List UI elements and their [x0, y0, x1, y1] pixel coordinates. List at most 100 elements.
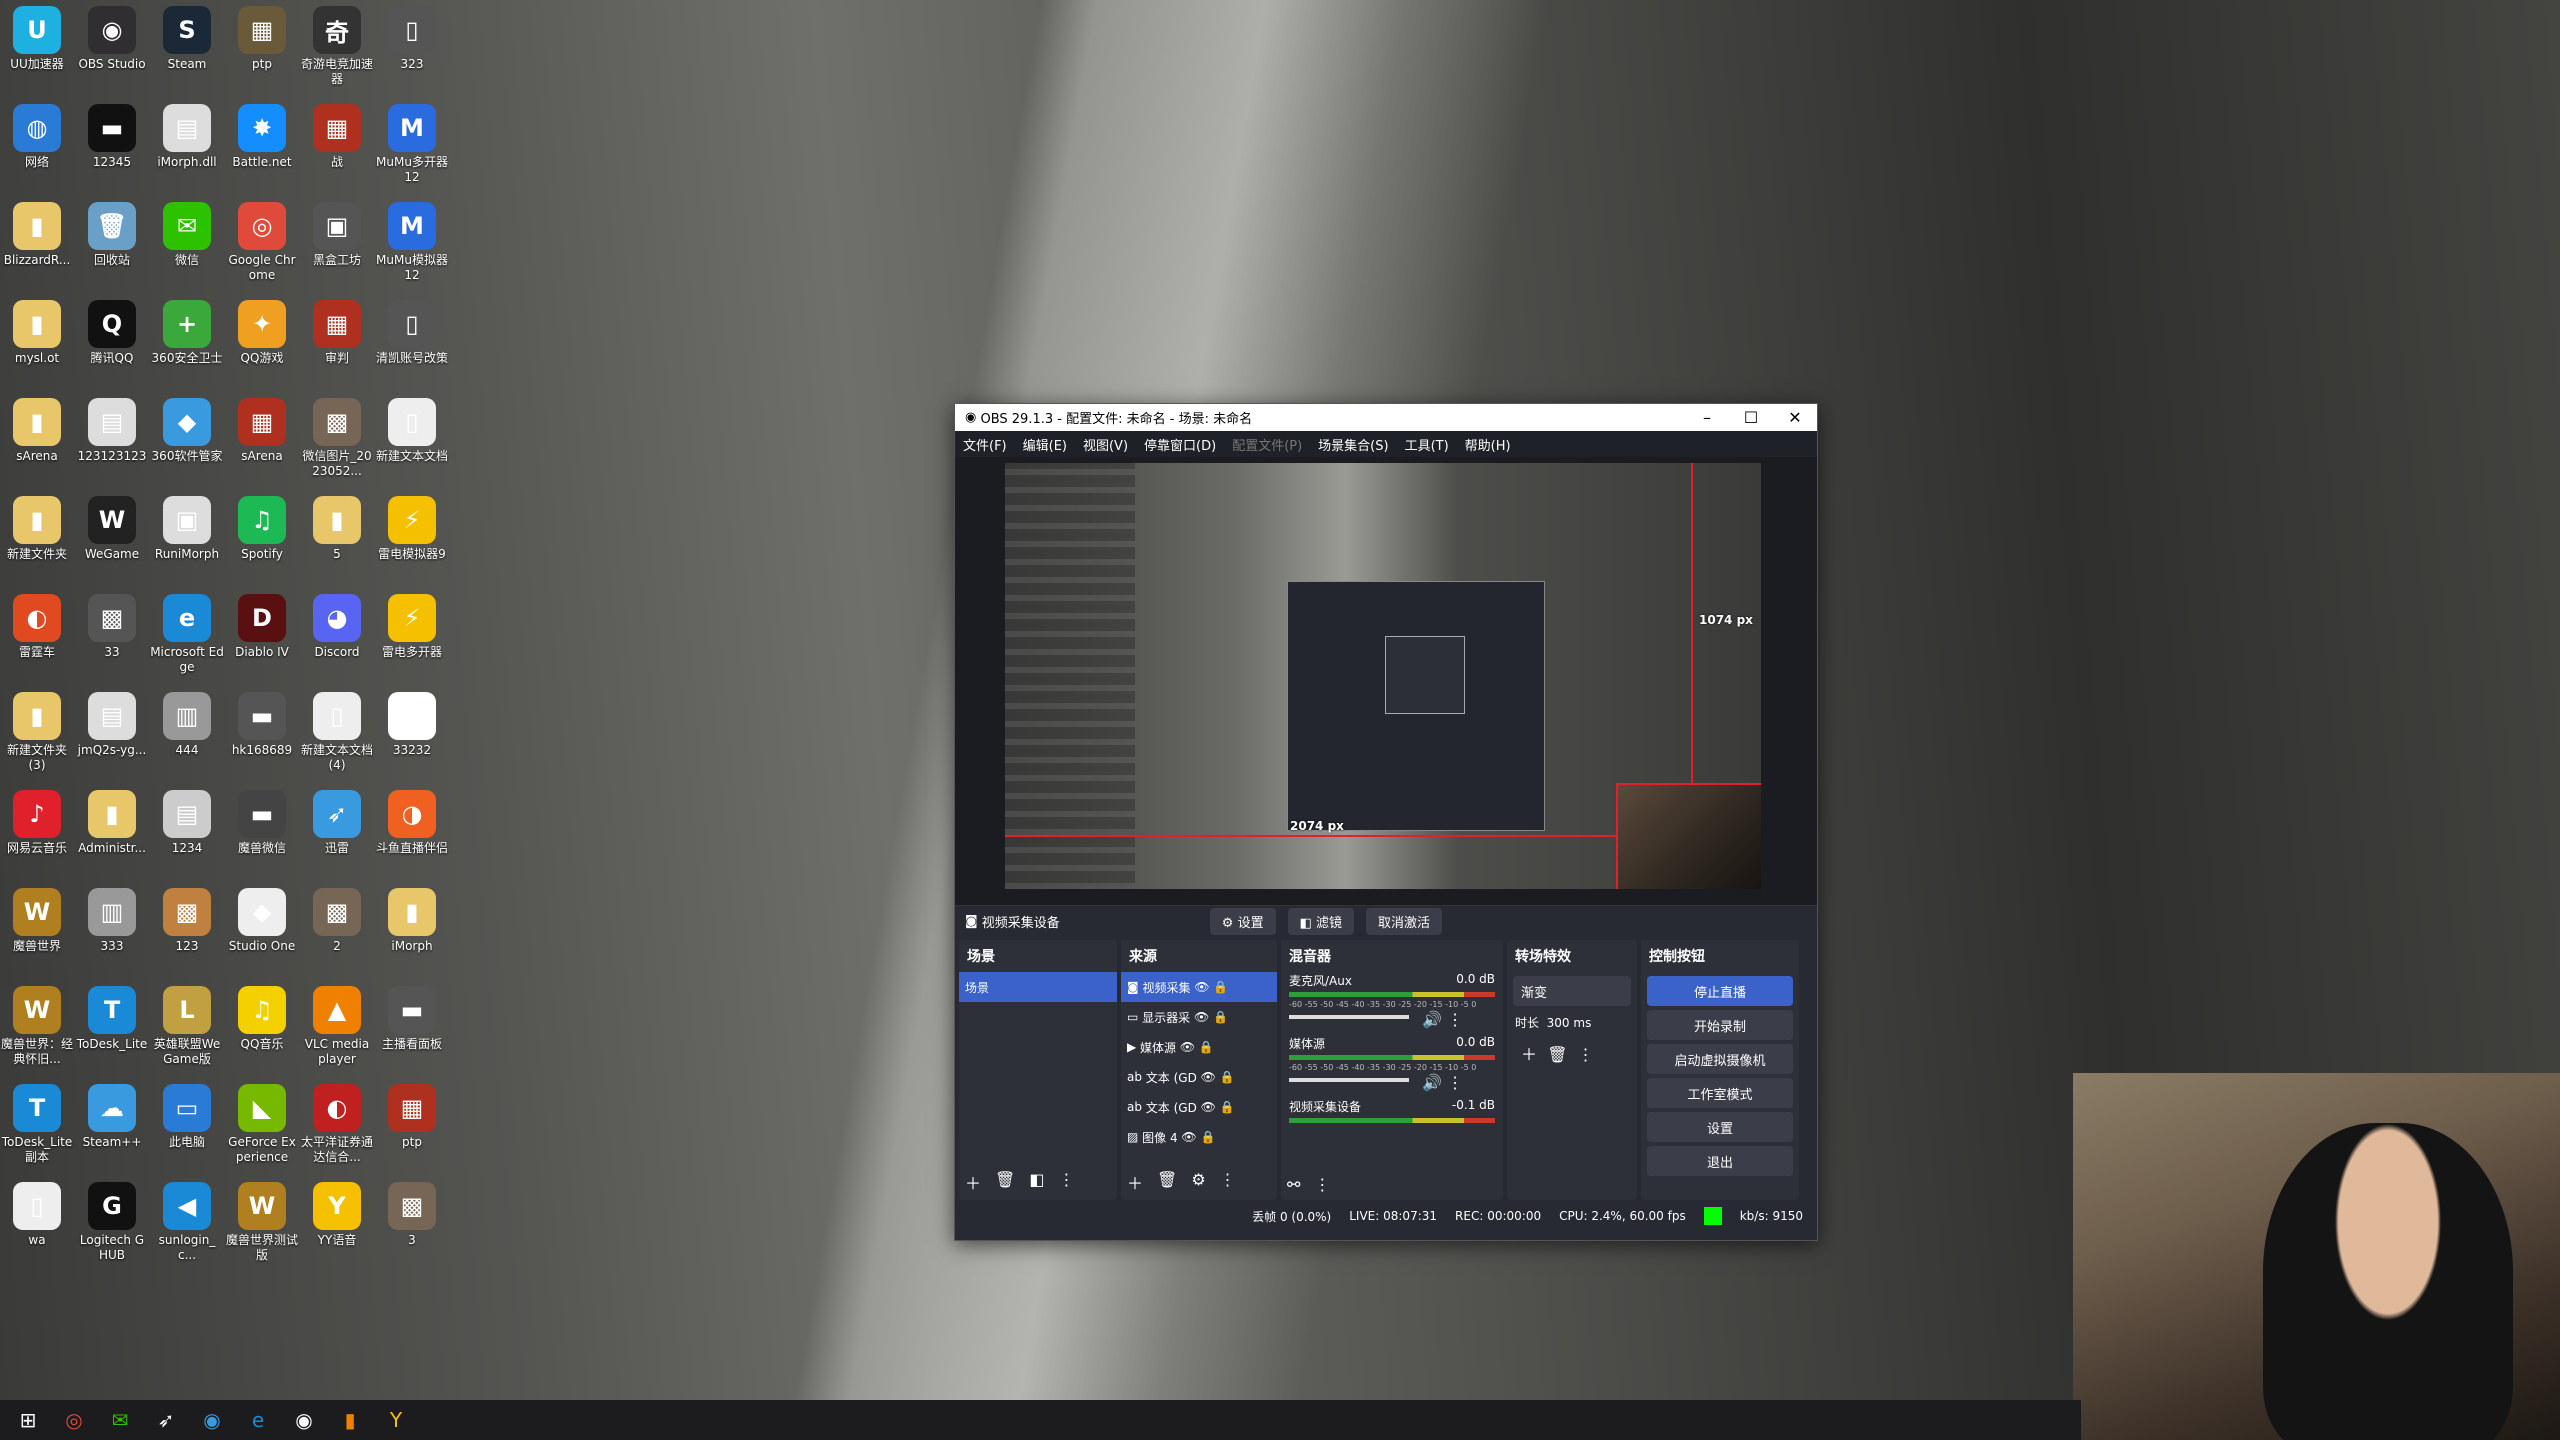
desktop-icon[interactable]: ▮ 新建文件夹(3): [0, 692, 74, 773]
desktop-icon[interactable]: ✉ 微信: [150, 202, 224, 268]
menu-docks[interactable]: 停靠窗口(D): [1144, 435, 1216, 454]
desktop-icon[interactable]: ▭ 33232: [375, 692, 449, 758]
source-item[interactable]: ◙ 视频采集 👁 🔒: [1121, 972, 1277, 1002]
obs-icon[interactable]: ◉: [284, 1400, 324, 1440]
desktop-icon[interactable]: W 魔兽世界: [0, 888, 74, 954]
desktop-icon[interactable]: ▯ 新建文本文档: [375, 398, 449, 464]
speaker-icon[interactable]: 🔊: [1422, 1010, 1442, 1029]
desktop-icon[interactable]: ◉ OBS Studio: [75, 6, 149, 72]
desktop-icon[interactable]: ▭ 此电脑: [150, 1084, 224, 1150]
desktop-icon[interactable]: S Steam: [150, 6, 224, 72]
desktop-icon[interactable]: ☁ Steam++: [75, 1084, 149, 1150]
desktop-icon[interactable]: ▮ iMorph: [375, 888, 449, 954]
source-item[interactable]: ▭ 显示器采 👁 🔒: [1121, 1002, 1277, 1032]
exit-button[interactable]: 退出: [1647, 1146, 1793, 1176]
source-item[interactable]: ab 文本 (GD 👁 🔒: [1121, 1092, 1277, 1122]
trash-icon[interactable]: 🗑: [1157, 1170, 1177, 1194]
menu-file[interactable]: 文件(F): [963, 435, 1007, 454]
desktop-icon[interactable]: ✸ Battle.net: [225, 104, 299, 170]
desktop-icon[interactable]: ◎ Google Chrome: [225, 202, 299, 283]
desktop-icon[interactable]: G Logitech G HUB: [75, 1182, 149, 1263]
close-button[interactable]: ✕: [1773, 408, 1817, 427]
desktop-icon[interactable]: ▮ BlizzardR...: [0, 202, 74, 268]
edge-icon[interactable]: e: [238, 1400, 278, 1440]
desktop-icon[interactable]: ▬ 主播看面板: [375, 986, 449, 1052]
desktop-icon[interactable]: ▮ 新建文件夹: [0, 496, 74, 562]
desktop-icon[interactable]: ◐ 太平洋证券通达信合...: [300, 1084, 374, 1165]
desktop-icon[interactable]: ➶ 迅雷: [300, 790, 374, 856]
desktop-icon[interactable]: ▮ Administr...: [75, 790, 149, 856]
desktop-icon[interactable]: ▮ mysl.ot: [0, 300, 74, 366]
speaker-icon[interactable]: 🔊: [1422, 1073, 1442, 1092]
desktop-icon[interactable]: ♫ QQ音乐: [225, 986, 299, 1052]
add-icon[interactable]: ＋: [965, 1170, 981, 1194]
desktop-icon[interactable]: ▯ 新建文本文档(4): [300, 692, 374, 773]
desktop-icon[interactable]: ♫ Spotify: [225, 496, 299, 562]
add-icon[interactable]: ＋: [1521, 1045, 1537, 1064]
desktop-icon[interactable]: M MuMu模拟器12: [375, 202, 449, 283]
more-icon[interactable]: ⋮: [1314, 1175, 1330, 1194]
desktop-icon[interactable]: W WeGame: [75, 496, 149, 562]
desktop-icon[interactable]: ▩ 3: [375, 1182, 449, 1248]
desktop-icon[interactable]: ♪ 网易云音乐: [0, 790, 74, 856]
windows-start-icon[interactable]: ⊞: [8, 1400, 48, 1440]
desktop-icon[interactable]: ⚡ 雷电模拟器9: [375, 496, 449, 562]
wechat-icon[interactable]: ✉: [100, 1400, 140, 1440]
desktop-icon[interactable]: T ToDesk_Lite副本: [0, 1084, 74, 1165]
desktop-icon[interactable]: ▤ jmQ2s-yg...: [75, 692, 149, 758]
more-icon[interactable]: ⋮: [1220, 1170, 1236, 1194]
desktop-icon[interactable]: e Microsoft Edge: [150, 594, 224, 675]
studio-mode-button[interactable]: 工作室模式: [1647, 1078, 1793, 1108]
desktop-icon[interactable]: ▤ iMorph.dll: [150, 104, 224, 170]
desktop-icon[interactable]: ▯ wa: [0, 1182, 74, 1248]
desktop-icon[interactable]: ◣ GeForce Experience: [225, 1084, 299, 1165]
360-icon[interactable]: ◉: [192, 1400, 232, 1440]
desktop-icon[interactable]: ▩ 微信图片_2023052...: [300, 398, 374, 479]
desktop-icon[interactable]: ▬ 魔兽微信: [225, 790, 299, 856]
desktop-icon[interactable]: ◐ 雷霆车: [0, 594, 74, 660]
desktop-icon[interactable]: 奇奇游电竞加速器: [300, 6, 374, 87]
send-icon[interactable]: ➶: [146, 1400, 186, 1440]
desktop-icon[interactable]: ▦ ptp: [375, 1084, 449, 1150]
transition-select[interactable]: 渐变: [1513, 976, 1631, 1006]
desktop-icon[interactable]: ◆ 360软件管家: [150, 398, 224, 464]
menu-help[interactable]: 帮助(H): [1465, 435, 1511, 454]
start-recording-button[interactable]: 开始录制: [1647, 1010, 1793, 1040]
desktop-icon[interactable]: Q 腾讯QQ: [75, 300, 149, 366]
desktop-icon[interactable]: ▦ 审判: [300, 300, 374, 366]
desktop-icon[interactable]: ▣ 黑盒工坊: [300, 202, 374, 268]
desktop-icon[interactable]: ▥ 444: [150, 692, 224, 758]
menu-view[interactable]: 视图(V): [1083, 435, 1128, 454]
scene-item[interactable]: 场景: [959, 972, 1117, 1002]
desktop-icon[interactable]: ▦ 战: [300, 104, 374, 170]
menu-tools[interactable]: 工具(T): [1405, 435, 1449, 454]
desktop-icon[interactable]: D Diablo IV: [225, 594, 299, 660]
trash-icon[interactable]: 🗑: [995, 1170, 1015, 1194]
desktop-icon[interactable]: ▤ 123123123: [75, 398, 149, 464]
selected-webcam-source[interactable]: [1616, 783, 1761, 889]
desktop-icon[interactable]: ✦ QQ游戏: [225, 300, 299, 366]
desktop-icon[interactable]: ▯ 清凯账号改策: [375, 300, 449, 366]
desktop-icon[interactable]: M MuMu多开器12: [375, 104, 449, 185]
desktop-icon[interactable]: ▥ 333: [75, 888, 149, 954]
link-icon[interactable]: ⚯: [1287, 1175, 1300, 1194]
menu-edit[interactable]: 编辑(E): [1023, 435, 1067, 454]
desktop-icon[interactable]: Y YY语音: [300, 1182, 374, 1248]
desktop-icon[interactable]: ◕ Discord: [300, 594, 374, 660]
desktop-icon[interactable]: T ToDesk_Lite: [75, 986, 149, 1052]
desktop-icon[interactable]: ▲ VLC media player: [300, 986, 374, 1067]
trash-icon[interactable]: 🗑: [1547, 1045, 1567, 1064]
desktop-icon[interactable]: ◍ 网络: [0, 104, 74, 170]
source-item[interactable]: ab 文本 (GD 👁 🔒: [1121, 1062, 1277, 1092]
desktop-icon[interactable]: ▮ sArena: [0, 398, 74, 464]
add-icon[interactable]: ＋: [1127, 1170, 1143, 1194]
desktop-icon[interactable]: ▦ ptp: [225, 6, 299, 72]
stop-streaming-button[interactable]: 停止直播: [1647, 976, 1793, 1006]
chrome-icon[interactable]: ◎: [54, 1400, 94, 1440]
source-filters-button[interactable]: ◧ 滤镜: [1287, 907, 1355, 935]
source-settings-button[interactable]: ⚙ 设置: [1209, 907, 1276, 935]
source-item[interactable]: ▶ 媒体源 👁 🔒: [1121, 1032, 1277, 1062]
virtual-camera-button[interactable]: 启动虚拟摄像机: [1647, 1044, 1793, 1074]
desktop-icon[interactable]: +360安全卫士: [150, 300, 224, 366]
desktop-icon[interactable]: L 英雄联盟WeGame版: [150, 986, 224, 1067]
